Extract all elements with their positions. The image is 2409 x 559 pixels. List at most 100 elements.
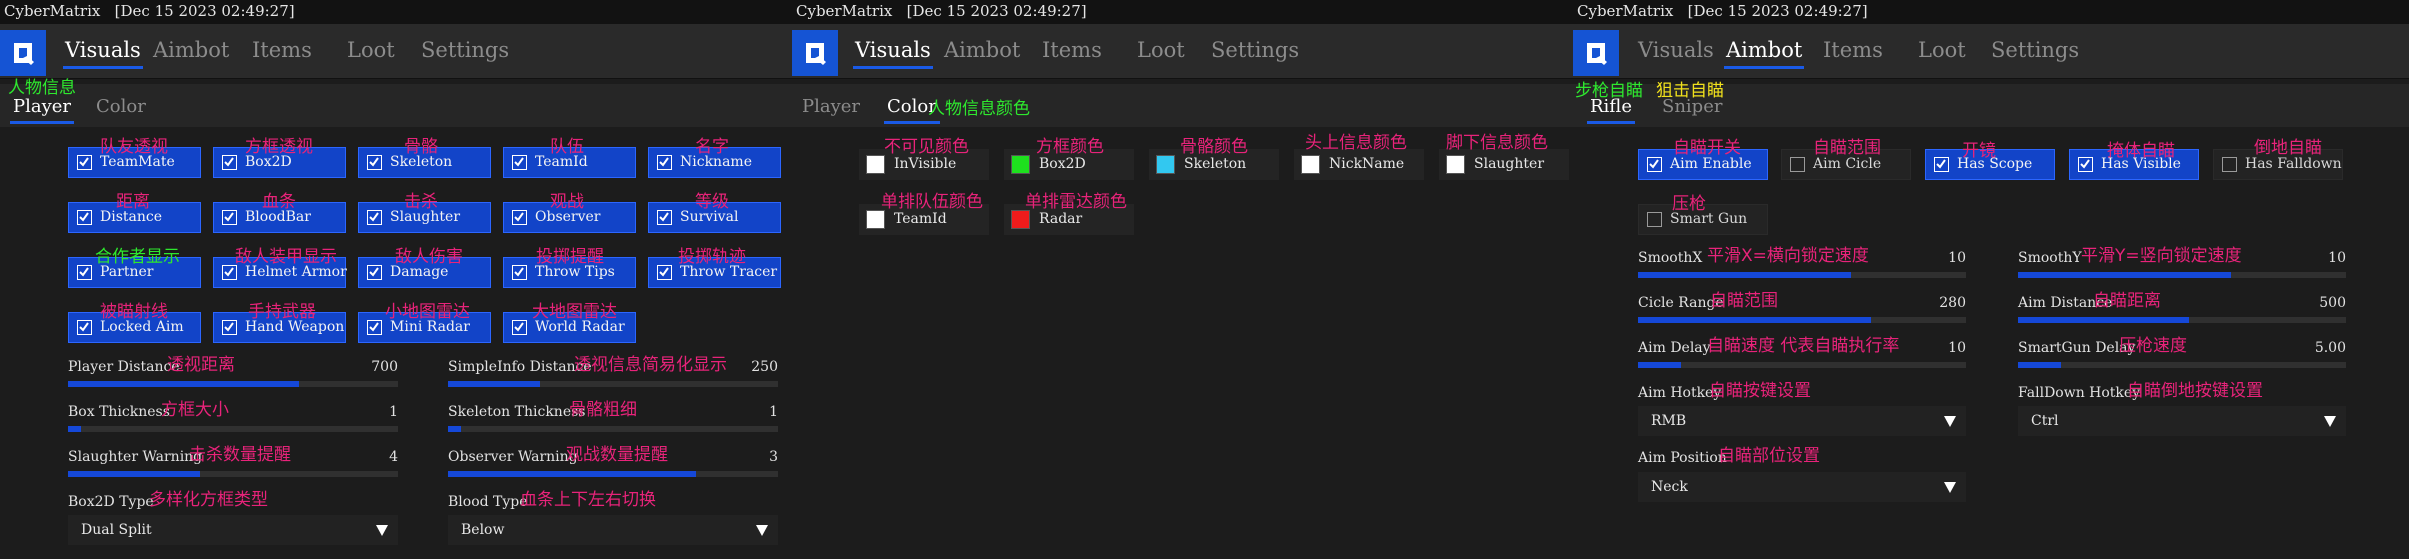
tab-settings[interactable]: Settings [1211,38,1299,62]
color-swatch[interactable] [1446,155,1465,174]
color-label: TeamId [894,211,947,227]
tab-aimbot[interactable]: Aimbot [153,38,229,62]
tab-visuals[interactable]: Visuals [853,38,933,69]
tab-items[interactable]: Items [1042,38,1102,62]
annotation-damage: 敌人伤害 [395,247,463,267]
color-slaughter[interactable]: Slaughter [1439,149,1569,180]
checkmark-icon [657,265,672,280]
dropdown-arrow-icon [1944,482,1956,493]
color-swatch[interactable] [1301,155,1320,174]
annotation-box2d: 方框透视 [245,137,313,157]
color-swatch[interactable] [1156,155,1175,174]
color-swatch[interactable] [1011,155,1030,174]
subtab-player[interactable]: Player [9,96,75,124]
checkmark-icon [367,265,382,280]
annotation-aim-enable: 自瞄开关 [1673,138,1741,158]
slider-track[interactable] [1638,362,1966,368]
dropdown-arrow-icon [376,525,388,536]
select-box2d-type[interactable]: Dual Split [68,515,398,545]
slider-track[interactable] [448,471,778,477]
slider-value: 4 [389,449,398,465]
slider-track[interactable] [448,381,778,387]
tab-visuals[interactable]: Visuals [1638,38,1714,62]
annotation-aim-distance: 自瞄距离 [2093,291,2161,311]
checkmark-icon [2078,157,2093,172]
slider-value: 500 [2319,295,2346,311]
annotation-skeleton-thickness: 骨骼粗细 [569,400,637,420]
slider-track[interactable] [68,426,398,432]
checkmark-icon [77,320,92,335]
select-aim-hotkey[interactable]: RMB [1638,406,1966,436]
annotation-has-visible: 掩体自瞄 [2107,141,2175,161]
tab-aimbot[interactable]: Aimbot [1723,38,1805,69]
tab-items[interactable]: Items [1823,38,1883,62]
slider-fill [448,471,696,477]
tab-loot[interactable]: Loot [1918,38,1966,62]
dropdown-arrow-icon [756,525,768,536]
slider-cicle-range[interactable]: Cicle Range 280 [1638,295,1966,341]
checkmark-icon [657,210,672,225]
checkbox-label: Aim Enable [1670,156,1752,172]
tab-items[interactable]: Items [252,38,312,62]
annotation-bloodbar: 血条 [262,192,296,212]
color-label: Skeleton [1184,156,1247,172]
annotation-aim-delay: 自瞄速度 代表自瞄执行率 [1707,336,1900,356]
slider-track[interactable] [68,381,398,387]
tab-settings[interactable]: Settings [421,38,509,62]
checkbox-empty-icon [1790,157,1805,172]
color-swatch[interactable] [866,155,885,174]
slider-box-thickness[interactable]: Box Thickness 1 [68,404,398,450]
color-swatch[interactable] [866,210,885,229]
slider-value: 10 [1948,340,1966,356]
checkbox-empty-icon [2222,157,2237,172]
tab-aimbot[interactable]: Aimbot [944,38,1020,62]
tab-visuals[interactable]: Visuals [63,38,143,69]
checkmark-icon [222,265,237,280]
app-logo-icon [792,30,838,76]
subtab-player[interactable]: Player [802,96,860,117]
slider-label: Box Thickness [68,404,170,420]
select-label: Aim Position [1638,450,1727,466]
slider-value: 10 [2328,250,2346,266]
annotation-slaughter: 脚下信息颜色 [1446,133,1548,153]
slider-track[interactable] [1638,272,1966,278]
slider-track[interactable] [1638,317,1966,323]
slider-track[interactable] [68,471,398,477]
checkmark-icon [512,210,527,225]
checkmark-icon [657,155,672,170]
annotation-smart-gun: 压枪 [1672,194,1706,214]
color-swatch[interactable] [1011,210,1030,229]
select-aim-position[interactable]: Neck [1638,472,1966,502]
main-nav: Visuals Aimbot Items Loot Settings [792,24,1573,79]
slider-label: Observer Warning [448,449,578,465]
annotation-teammate: 队友透视 [100,137,168,157]
subtab-color[interactable]: Color [96,96,146,117]
color-nickname[interactable]: NickName [1294,149,1424,180]
checkmark-icon [367,320,382,335]
tab-loot[interactable]: Loot [347,38,395,62]
slider-label: SimpleInfo Distance [448,359,592,375]
annotation-radar: 单排雷达颜色 [1025,192,1127,212]
slider-track[interactable] [448,426,778,432]
color-label: Slaughter [1474,156,1545,172]
annotation-box2d: 方框颜色 [1036,137,1104,157]
slider-fill [2018,317,2189,323]
annotation-skeleton: 骨骼 [404,137,438,157]
slider-track[interactable] [2018,272,2346,278]
tab-loot[interactable]: Loot [1137,38,1185,62]
select-falldown-hotkey[interactable]: Ctrl [2018,406,2346,436]
slider-track[interactable] [2018,317,2346,323]
select-value: Neck [1651,479,1688,495]
annotation-aim-hotkey: 自瞄按键设置 [1709,381,1811,401]
slider-track[interactable] [2018,362,2346,368]
checkbox-empty-icon [1647,212,1662,227]
annotation-helmet: 敌人装甲显示 [235,247,337,267]
color-label: Box2D [1039,156,1086,172]
select-label: Box2D Type [68,494,154,510]
checkmark-icon [222,210,237,225]
tab-settings[interactable]: Settings [1991,38,2079,62]
annotation-has-falldown: 倒地自瞄 [2254,138,2322,158]
slider-aim-distance[interactable]: Aim Distance 500 [2018,295,2346,341]
select-blood-type[interactable]: Below [448,515,778,545]
color-label: InVisible [894,156,957,172]
